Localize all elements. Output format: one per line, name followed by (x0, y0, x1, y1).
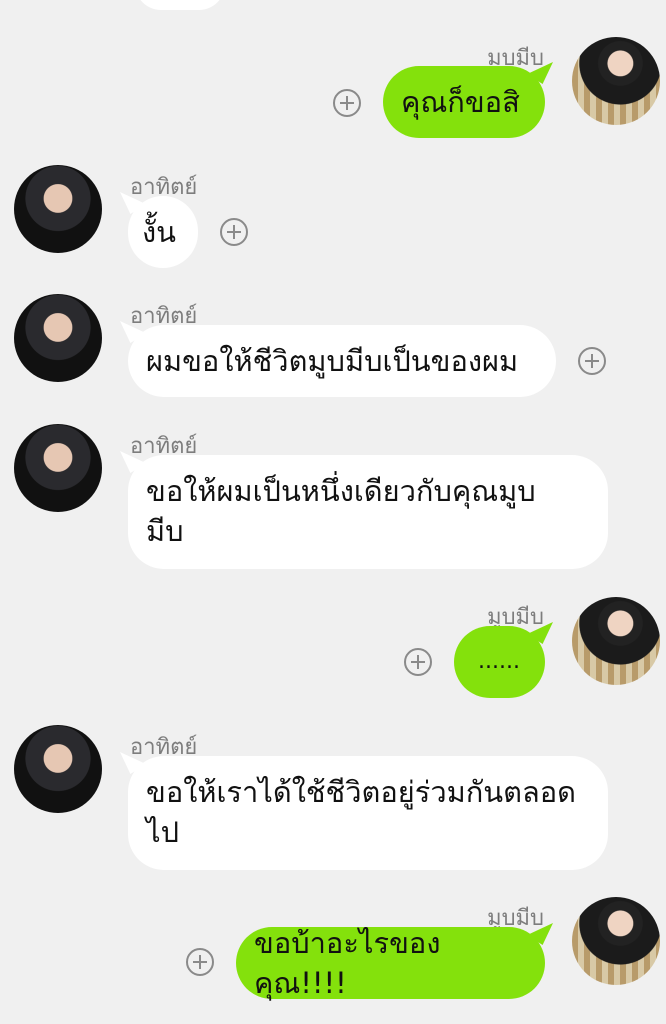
message-text: งั้น (142, 215, 176, 249)
message-text-line-1: ขอให้ผมเป็นหนึ่งเดียวกับคุณมูบ (146, 474, 536, 508)
sender-avatar[interactable] (14, 294, 102, 382)
plus-circle-icon[interactable] (578, 347, 606, 375)
message-bubble[interactable]: คุณก็ขอสิ (383, 66, 545, 138)
sender-avatar[interactable] (14, 725, 102, 813)
message-bubble[interactable]: งั้น (128, 196, 198, 268)
sender-avatar[interactable] (572, 897, 660, 985)
sender-avatar[interactable] (14, 424, 102, 512)
message-text-line-1: ขอให้เราได้ใช้ชีวิตอยู่ร่วมกันตลอด (146, 775, 576, 809)
message-bubble[interactable]: ขอให้เราได้ใช้ชีวิตอยู่ร่วมกันตลอด ไป (128, 756, 608, 870)
sender-avatar[interactable] (14, 165, 102, 253)
message-text-line-2: มีบ (146, 514, 184, 548)
message-text-line-2: ไป (146, 815, 179, 849)
message-text: ...... (478, 649, 520, 674)
message-text: ผมขอให้ชีวิตมูบมีบเป็นของผม (146, 344, 519, 378)
message-bubble[interactable]: ...... (454, 626, 545, 698)
message-text: ขอบ้าอะไรของคุณ!!!! (254, 926, 441, 1000)
sender-avatar[interactable] (572, 597, 660, 685)
previous-message-bubble (135, 0, 225, 10)
plus-circle-icon[interactable] (220, 218, 248, 246)
message-text: คุณก็ขอสิ (401, 85, 520, 119)
plus-circle-icon[interactable] (404, 648, 432, 676)
message-bubble[interactable]: ผมขอให้ชีวิตมูบมีบเป็นของผม (128, 325, 556, 397)
message-bubble[interactable]: ขอบ้าอะไรของคุณ!!!! (236, 926, 545, 1000)
plus-circle-icon[interactable] (186, 948, 214, 976)
plus-circle-icon[interactable] (333, 89, 361, 117)
sender-avatar[interactable] (572, 37, 660, 125)
message-bubble[interactable]: ขอให้ผมเป็นหนึ่งเดียวกับคุณมูบ มีบ (128, 455, 608, 569)
